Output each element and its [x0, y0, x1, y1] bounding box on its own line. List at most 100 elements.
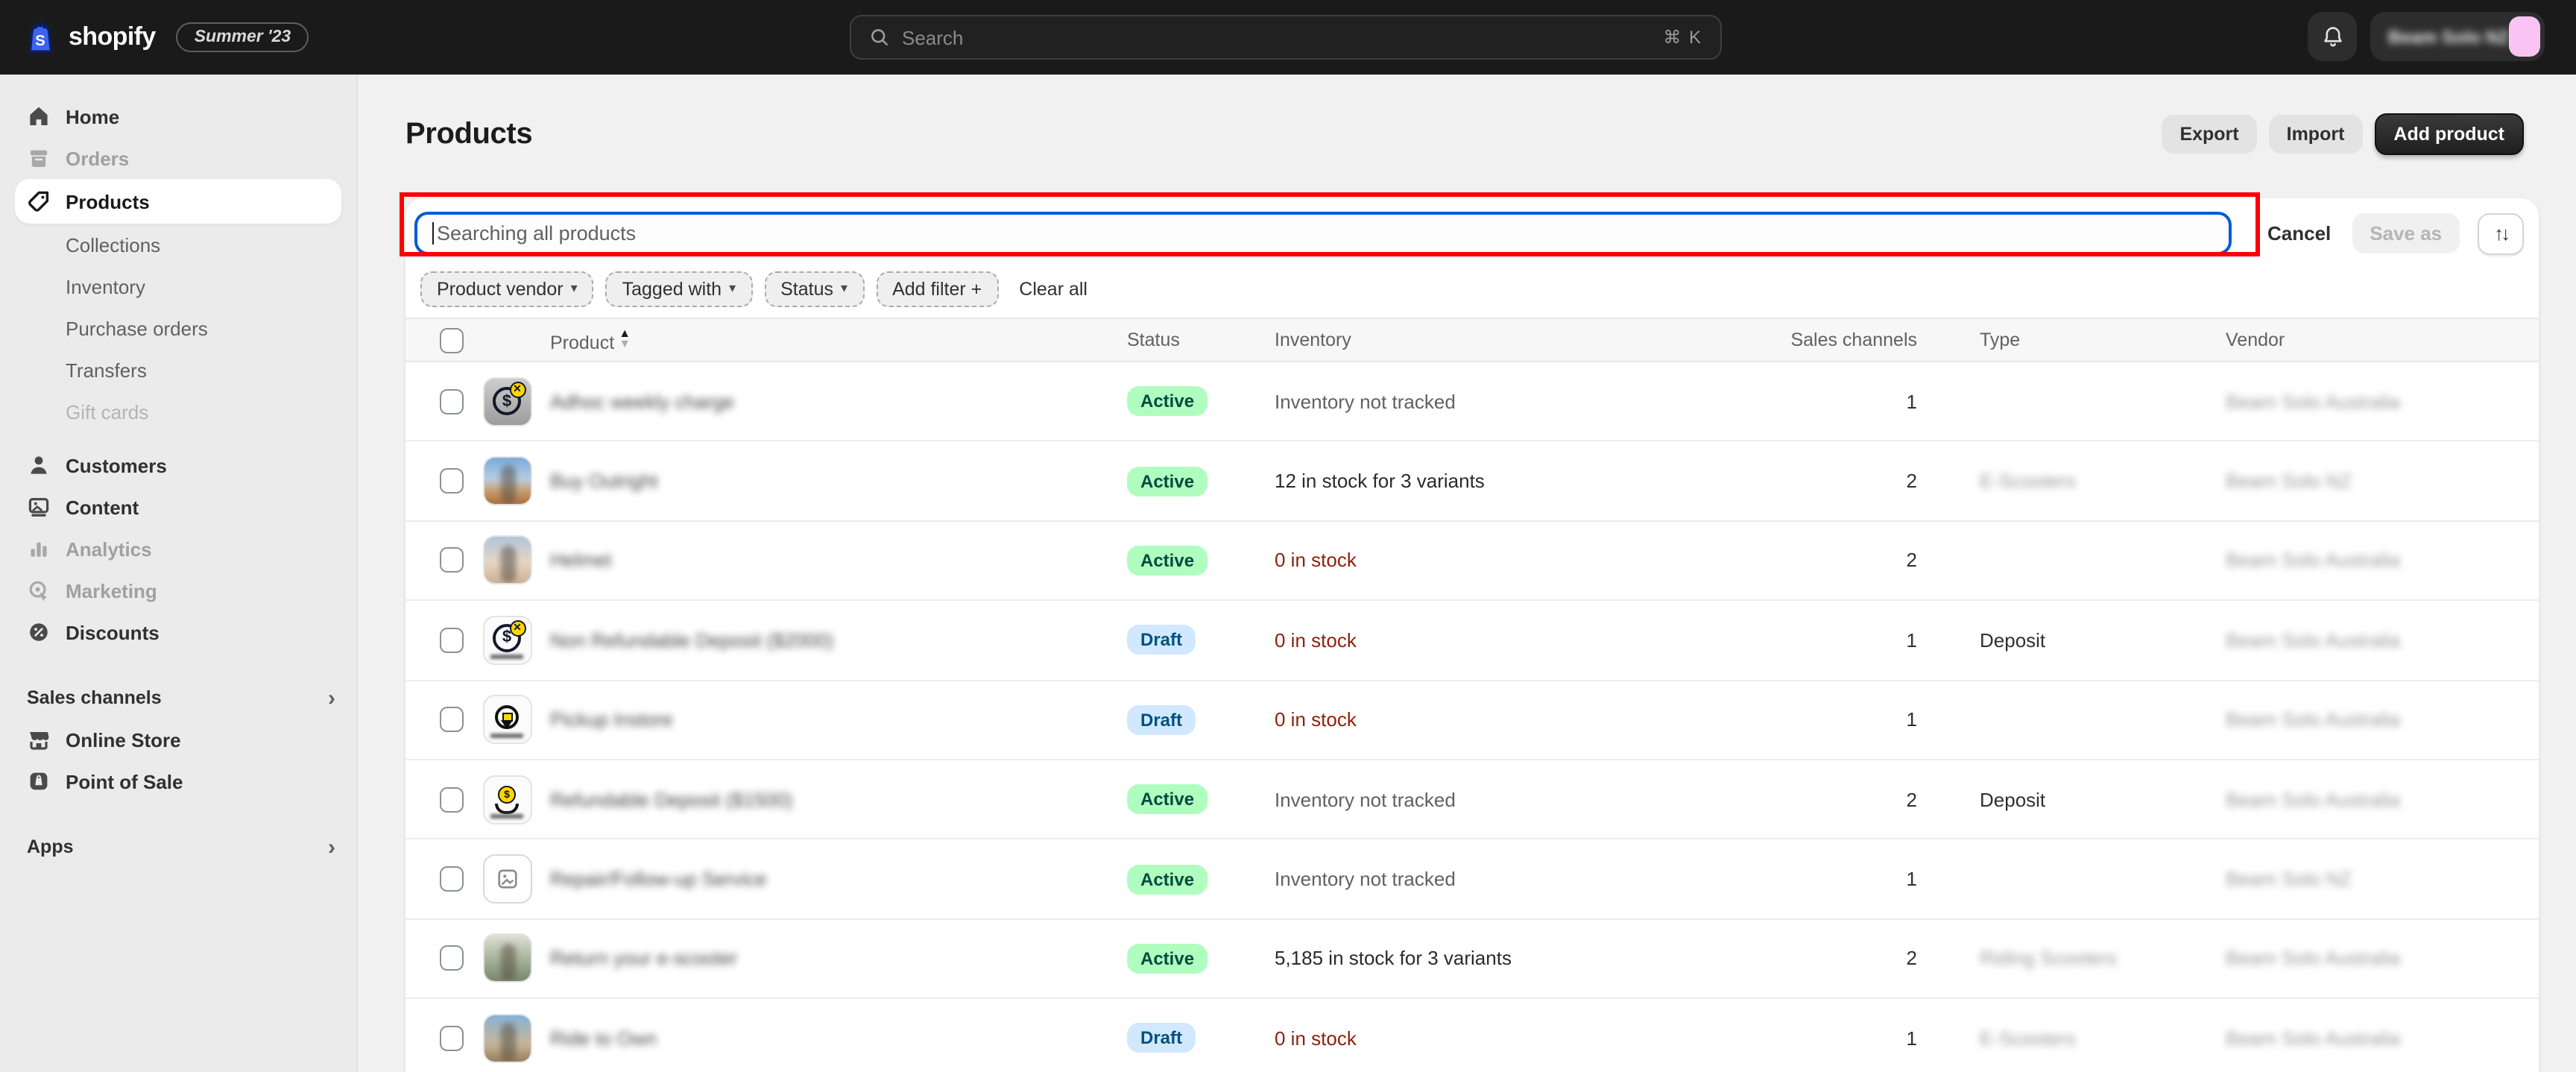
row-checkbox[interactable]	[440, 866, 464, 892]
column-header-sales-channels: Sales channels	[1685, 330, 1917, 350]
row-checkbox[interactable]	[440, 946, 464, 971]
select-all-checkbox[interactable]	[440, 327, 464, 353]
sidebar-item-inventory[interactable]: Inventory	[0, 265, 356, 307]
vendor-cell: Beam Solo Australia	[2226, 948, 2539, 970]
sidebar-item-point-of-sale[interactable]: Point of Sale	[0, 760, 356, 802]
product-name[interactable]: Adhoc weekly charge	[550, 390, 734, 412]
status-badge: Active	[1127, 784, 1208, 814]
products-icon	[27, 189, 51, 213]
product-name[interactable]: Return your e-scooter	[550, 948, 737, 970]
sidebar-item-analytics[interactable]: Analytics	[0, 528, 356, 570]
sidebar-section-apps[interactable]: Apps›	[0, 826, 356, 868]
sort-button[interactable]: ↑↓	[2478, 212, 2524, 254]
global-search-input[interactable]: Search ⌘ K	[850, 15, 1722, 60]
table-row[interactable]: $✕ Adhoc weekly charge Active Inventory …	[405, 362, 2539, 442]
product-name[interactable]: Pickup Instore	[550, 709, 673, 731]
sidebar-item-home[interactable]: Home	[0, 95, 356, 137]
sidebar-item-label: Online Store	[66, 728, 181, 751]
vendor-cell: Beam Solo Australia	[2226, 709, 2539, 731]
row-checkbox[interactable]	[440, 786, 464, 812]
marketing-icon	[27, 578, 51, 602]
discounts-icon	[27, 620, 51, 644]
import-button[interactable]: Import	[2269, 115, 2363, 154]
home-icon	[27, 104, 51, 128]
table-row[interactable]: Ride to Own Draft 0 in stock 1 E-Scooter…	[405, 999, 2539, 1072]
sales-channels-cell: 1	[1685, 390, 1917, 412]
product-name[interactable]: Non Refundable Deposit ($2000)	[550, 629, 833, 652]
sidebar-item-collections[interactable]: Collections	[0, 224, 356, 265]
clear-all-button[interactable]: Clear all	[1019, 278, 1087, 299]
text-cursor	[432, 222, 434, 245]
add-filter-chip[interactable]: Add filter +	[876, 271, 998, 306]
product-thumbnail: $✕	[482, 376, 531, 426]
column-header-inventory: Inventory	[1275, 330, 1685, 350]
page-header: Products Export Import Add product	[358, 75, 2576, 155]
product-thumbnail	[482, 854, 531, 904]
table-row[interactable]: Helmet Active 0 in stock 2 Beam Solo Aus…	[405, 522, 2539, 602]
sidebar-item-gift-cards[interactable]: Gift cards	[0, 391, 356, 432]
product-name[interactable]: Repair/Follow-up Service	[550, 868, 766, 890]
type-cell: Riding Scooters	[1980, 948, 2226, 970]
sidebar-item-label: Products	[66, 190, 150, 212]
cancel-button[interactable]: Cancel	[2267, 222, 2331, 245]
table-row[interactable]: Pickup Instore Draft 0 in stock 1 Beam S…	[405, 681, 2539, 760]
table-row[interactable]: $✕ Non Refundable Deposit ($2000) Draft …	[405, 601, 2539, 681]
save-as-button[interactable]: Save as	[2352, 213, 2460, 253]
table-header: Product▲▼ Status Inventory Sales channel…	[405, 318, 2539, 362]
sales-channels-cell: 1	[1685, 629, 1917, 652]
orders-icon	[27, 146, 51, 170]
sidebar-item-marketing[interactable]: Marketing	[0, 570, 356, 611]
product-name[interactable]: Helmet	[550, 549, 611, 572]
sidebar-section-sales-channels[interactable]: Sales channels›	[0, 677, 356, 719]
row-checkbox[interactable]	[440, 707, 464, 733]
sidebar-item-label: Gift cards	[66, 400, 148, 423]
sidebar-item-transfers[interactable]: Transfers	[0, 349, 356, 391]
row-checkbox[interactable]	[440, 388, 464, 414]
filter-chip-status[interactable]: Status▾	[764, 271, 864, 306]
filter-chip-product-vendor[interactable]: Product vendor▾	[420, 271, 594, 306]
sidebar-item-discounts[interactable]: Discounts	[0, 611, 356, 653]
products-search-input[interactable]: Searching all products	[414, 212, 2232, 255]
table-row[interactable]: Return your e-scooter Active 5,185 in st…	[405, 919, 2539, 999]
store-name: Beam Solo NZ	[2388, 26, 2510, 47]
main-content: Products Export Import Add product Searc…	[358, 75, 2576, 1072]
row-checkbox[interactable]	[440, 468, 464, 494]
add-product-button[interactable]: Add product	[2374, 113, 2524, 155]
vendor-cell: Beam Solo Australia	[2226, 1027, 2539, 1050]
sidebar-item-content[interactable]: Content	[0, 486, 356, 528]
store-menu[interactable]: Beam Solo NZ	[2370, 12, 2545, 61]
product-name[interactable]: Ride to Own	[550, 1027, 657, 1050]
shopify-wordmark: shopify	[69, 22, 156, 52]
product-thumbnail	[482, 456, 531, 505]
sidebar-nav: HomeOrders Products Collections Inventory Pu…	[0, 75, 358, 1072]
sidebar-item-online-store[interactable]: Online Store	[0, 719, 356, 760]
sidebar-item-orders[interactable]: Orders	[0, 137, 356, 179]
export-button[interactable]: Export	[2162, 115, 2256, 154]
product-name[interactable]: Buy Outright	[550, 470, 658, 492]
notifications-button[interactable]	[2308, 12, 2357, 61]
chevron-down-icon: ▾	[841, 280, 847, 297]
table-row[interactable]: Repair/Follow-up Service Active Inventor…	[405, 840, 2539, 920]
filters-row: Product vendor▾ Tagged with▾ Status▾ Add f…	[405, 268, 2539, 318]
column-header-type: Type	[1980, 330, 2226, 350]
sidebar-item-label: Inventory	[66, 275, 145, 297]
shopify-logo[interactable]: S shopify	[24, 19, 156, 55]
sidebar-item-purchase-orders[interactable]: Purchase orders	[0, 307, 356, 349]
table-row[interactable]: Buy Outright Active 12 in stock for 3 va…	[405, 442, 2539, 522]
row-checkbox[interactable]	[440, 628, 464, 653]
table-row[interactable]: $ Refundable Deposit ($1500) Active Inve…	[405, 760, 2539, 840]
row-checkbox[interactable]	[440, 548, 464, 573]
point-of-sale-icon	[27, 769, 51, 793]
column-sort-icon: ▲▼	[619, 327, 631, 348]
bell-icon	[2320, 25, 2344, 48]
row-checkbox[interactable]	[440, 1026, 464, 1051]
sidebar-item-label: Marketing	[66, 579, 157, 602]
svg-text:S: S	[35, 33, 45, 49]
sidebar-item-customers[interactable]: Customers	[0, 444, 356, 486]
column-header-product[interactable]: Product▲▼	[550, 327, 1127, 353]
filter-chip-tagged-with[interactable]: Tagged with▾	[606, 271, 753, 306]
sidebar-item-products[interactable]: Products	[15, 179, 341, 224]
sidebar-item-label: Analytics	[66, 537, 152, 560]
vendor-cell: Beam Solo NZ	[2226, 868, 2539, 890]
product-name[interactable]: Refundable Deposit ($1500)	[550, 788, 792, 810]
